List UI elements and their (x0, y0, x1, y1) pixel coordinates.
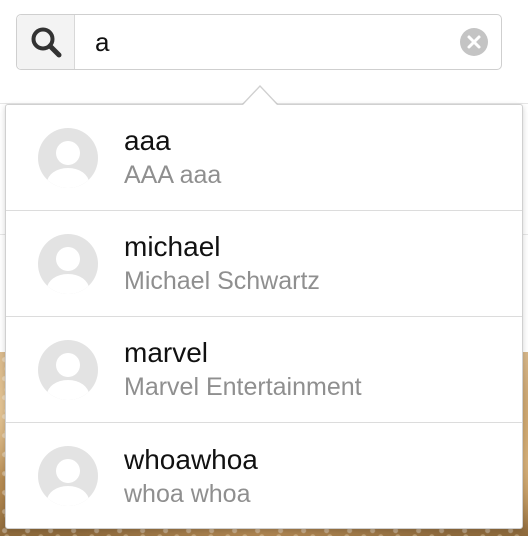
result-fullname: AAA aaa (124, 161, 222, 189)
result-fullname: Marvel Entertainment (124, 373, 362, 401)
result-item[interactable]: marvel Marvel Entertainment (6, 317, 522, 423)
clear-icon (460, 28, 488, 56)
dropdown-caret-fill (243, 87, 277, 105)
result-fullname: Michael Schwartz (124, 267, 320, 295)
result-username: michael (124, 231, 221, 262)
result-username: whoawhoa (124, 443, 258, 475)
result-item[interactable]: aaa AAA aaa (6, 105, 522, 211)
page: aaa AAA aaa michael Michael Schwartz mar… (0, 0, 528, 536)
result-item[interactable]: michael Michael Schwartz (6, 211, 522, 317)
result-item[interactable]: whoawhoa whoa whoa (6, 423, 522, 529)
result-username: aaa (124, 125, 171, 156)
autocomplete-dropdown: aaa AAA aaa michael Michael Schwartz mar… (5, 104, 523, 529)
result-username: marvel (124, 337, 209, 368)
search-input[interactable] (75, 15, 447, 69)
avatar (38, 446, 98, 506)
search-icon (31, 27, 61, 58)
result-fullname: whoa whoa (124, 479, 251, 508)
clear-search-button[interactable] (447, 15, 501, 69)
search-button[interactable] (17, 15, 75, 69)
search-bar (16, 14, 502, 70)
avatar (38, 233, 98, 294)
avatar (38, 339, 98, 400)
avatar (38, 127, 98, 188)
